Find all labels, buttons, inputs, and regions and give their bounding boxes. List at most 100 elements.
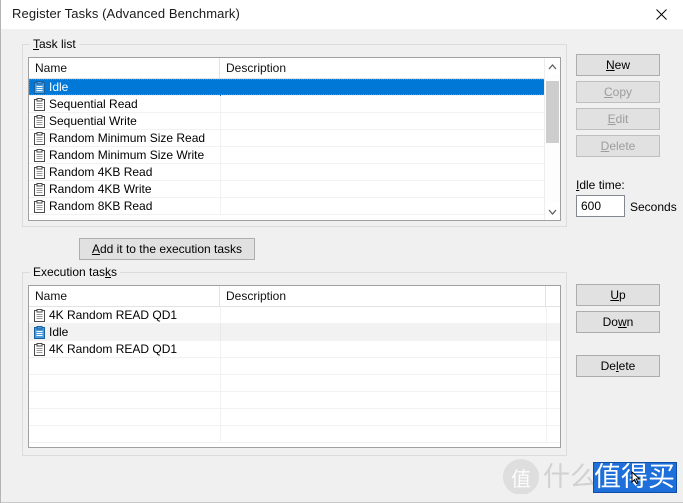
cursor-icon <box>631 471 645 485</box>
window-title: Register Tasks (Advanced Benchmark) <box>12 6 240 21</box>
column-divider <box>546 392 547 409</box>
list-item-label: Random Minimum Size Read <box>45 130 205 147</box>
list-item-label: Idle <box>45 79 68 96</box>
execution-list-col-name[interactable]: Name <box>29 286 220 306</box>
watermark-badge: 值 <box>503 459 539 495</box>
column-divider <box>220 358 221 375</box>
list-item-label: Sequential Write <box>45 113 137 130</box>
list-item[interactable] <box>29 426 560 443</box>
column-divider <box>220 181 221 198</box>
column-divider <box>220 113 221 130</box>
column-divider <box>220 426 221 443</box>
list-item[interactable] <box>29 358 560 375</box>
list-item[interactable]: Random Minimum Size Read <box>29 130 560 147</box>
new-button[interactable]: New <box>576 54 660 76</box>
list-item-name-cell: Random Minimum Size Write <box>29 147 220 164</box>
scroll-down-arrow-icon[interactable] <box>545 203 560 220</box>
close-button[interactable] <box>638 0 683 29</box>
chevron-down-icon <box>548 209 557 215</box>
add-to-execution-tasks-button[interactable]: Add it to the execution tasks <box>79 238 255 260</box>
list-item-name-cell: Sequential Read <box>29 96 220 113</box>
column-divider <box>546 375 547 392</box>
down-button-label: Down <box>603 315 634 329</box>
watermark-highlighted-text: 值得买 <box>593 462 677 493</box>
list-item[interactable]: 4K Random READ QD1 <box>29 307 560 324</box>
title-bar: Register Tasks (Advanced Benchmark) <box>1 0 683 29</box>
list-item[interactable]: Idle <box>29 79 560 96</box>
list-item-name-cell: Idle <box>29 324 220 341</box>
task-list-col-description[interactable]: Description <box>220 58 546 78</box>
list-item[interactable]: Random 4KB Read <box>29 164 560 181</box>
register-tasks-dialog: Register Tasks (Advanced Benchmark) Task… <box>0 0 683 503</box>
list-item[interactable]: Sequential Read <box>29 96 560 113</box>
delete-execution-button-label: Delete <box>601 359 636 373</box>
task-list-col-name[interactable]: Name <box>29 58 220 78</box>
list-item[interactable] <box>29 409 560 426</box>
execution-list-header: Name Description <box>29 286 560 307</box>
list-item-name-cell: 4K Random READ QD1 <box>29 341 220 358</box>
copy-button[interactable]: Copy <box>576 81 660 103</box>
clipboard-icon <box>34 343 45 356</box>
copy-button-label: Copy <box>604 85 632 99</box>
execution-list-col-description[interactable]: Description <box>220 286 546 306</box>
clipboard-icon <box>34 115 45 128</box>
task-list-header: Name Description <box>29 58 560 79</box>
move-up-button[interactable]: Up <box>576 284 660 306</box>
clipboard-icon <box>34 98 45 111</box>
column-divider <box>546 358 547 375</box>
scroll-track[interactable] <box>545 75 560 203</box>
list-item[interactable]: Sequential Write <box>29 113 560 130</box>
task-list-body: IdleSequential ReadSequential WriteRando… <box>29 79 560 215</box>
column-divider <box>220 375 221 392</box>
column-divider <box>220 324 221 341</box>
watermark: 值 什么值得买 值得买 <box>501 455 681 499</box>
scroll-up-arrow-icon[interactable] <box>545 58 560 75</box>
list-item-name-cell: Random 4KB Write <box>29 181 220 198</box>
list-item[interactable] <box>29 375 560 392</box>
watermark-text: 什么值得买 <box>543 463 678 493</box>
clipboard-icon <box>34 183 45 196</box>
list-item-name-cell: 4K Random READ QD1 <box>29 307 220 324</box>
column-divider <box>546 324 547 341</box>
new-button-label: New <box>606 58 630 72</box>
list-item-label: Sequential Read <box>45 96 138 113</box>
list-item-name-cell: Idle <box>29 79 220 96</box>
task-list-scrollbar[interactable] <box>544 58 560 220</box>
list-item-label: 4K Random READ QD1 <box>45 341 177 358</box>
column-divider <box>546 409 547 426</box>
move-down-button[interactable]: Down <box>576 311 660 333</box>
idle-time-input[interactable] <box>576 195 625 217</box>
column-divider <box>220 96 221 113</box>
edit-button-label: Edit <box>608 112 629 126</box>
delete-execution-button[interactable]: Delete <box>576 355 660 377</box>
list-item[interactable]: Random Minimum Size Write <box>29 147 560 164</box>
delete-task-button[interactable]: Delete <box>576 135 660 157</box>
bottom-cut-off-strip <box>1 494 683 503</box>
list-item-name-cell: Random 8KB Read <box>29 198 220 215</box>
column-divider <box>220 130 221 147</box>
clipboard-icon <box>34 200 45 213</box>
list-item-label: Random 8KB Read <box>45 198 152 215</box>
idle-time-label: Idle time: <box>576 178 625 192</box>
list-item-label: Random 4KB Write <box>45 181 152 198</box>
clipboard-icon <box>34 81 45 94</box>
list-item[interactable] <box>29 392 560 409</box>
list-item[interactable]: 4K Random READ QD1 <box>29 341 560 358</box>
add-button-label: Add it to the execution tasks <box>92 242 242 256</box>
execution-tasks-list[interactable]: Name Description 4K Random READ QD1Idle4… <box>28 285 561 448</box>
idle-time-unit-label: Seconds <box>630 200 677 214</box>
column-divider <box>220 341 221 358</box>
column-divider <box>220 409 221 426</box>
list-item-name-cell: Random Minimum Size Read <box>29 130 220 147</box>
column-divider <box>546 341 547 358</box>
task-list[interactable]: Name Description IdleSequential ReadSequ… <box>28 57 561 221</box>
clipboard-icon <box>34 326 45 339</box>
list-item-label: 4K Random READ QD1 <box>45 307 177 324</box>
list-item[interactable]: Idle <box>29 324 560 341</box>
clipboard-icon <box>34 166 45 179</box>
list-item[interactable]: Random 4KB Write <box>29 181 560 198</box>
scroll-thumb[interactable] <box>546 81 559 143</box>
list-item[interactable]: Random 8KB Read <box>29 198 560 215</box>
execution-list-body: 4K Random READ QD1Idle4K Random READ QD1 <box>29 307 560 443</box>
edit-button[interactable]: Edit <box>576 108 660 130</box>
